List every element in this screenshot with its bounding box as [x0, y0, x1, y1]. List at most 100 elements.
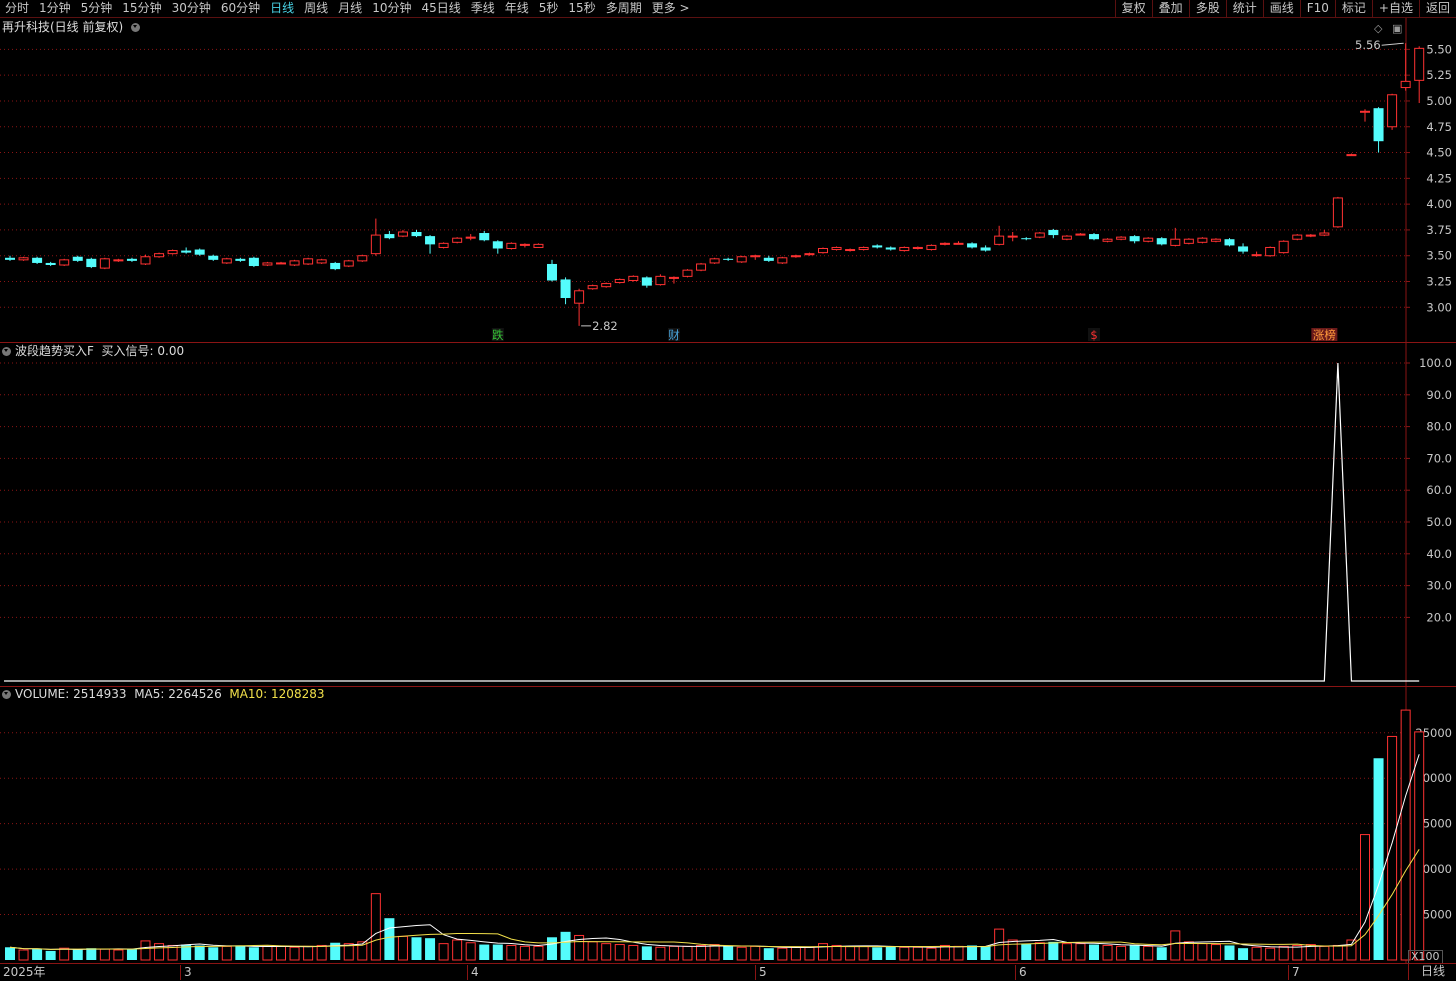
volume-bar: [709, 944, 720, 961]
period-tab[interactable]: 年线: [500, 0, 534, 17]
ma10-line: [9, 849, 1420, 950]
candle-body: [289, 260, 300, 266]
stock-chart[interactable]: 3.00 3.25 3.50 3.75 4.00 4.25 4.50 4.75 5.00 5.25…: [0, 18, 1456, 963]
candle-body: [696, 263, 707, 271]
volume-bar: [1143, 945, 1154, 961]
candle-body: [1373, 108, 1384, 142]
period-tab[interactable]: 30分钟: [167, 0, 216, 17]
dropdown-icon[interactable]: [131, 23, 141, 32]
candle-body: [614, 278, 625, 284]
period-tab[interactable]: 1分钟: [34, 0, 76, 17]
candle-body: [858, 246, 869, 251]
volume-bar: [628, 944, 639, 961]
y-tick-label: 5.25: [1426, 68, 1452, 82]
candle-body: [438, 242, 449, 248]
volume-bar: [1387, 735, 1398, 961]
y-tick-label: 50.0: [1426, 515, 1452, 529]
toolbar-button[interactable]: 画线: [1262, 0, 1300, 17]
diamond-icon[interactable]: ◇: [1374, 22, 1382, 35]
toolbar-button[interactable]: 统计: [1225, 0, 1263, 17]
dropdown-icon[interactable]: [2, 347, 11, 356]
y-tick-label: 3.75: [1426, 223, 1452, 237]
candle-body: [492, 241, 503, 249]
volume-bar: [547, 937, 557, 960]
toolbar-button[interactable]: 叠加: [1151, 0, 1189, 17]
candle-body: [167, 250, 178, 255]
volume-bar: [72, 949, 83, 960]
period-tab[interactable]: 多周期: [601, 0, 647, 17]
candle-body: [18, 257, 29, 261]
candle-body: [1387, 94, 1398, 128]
volume-bar: [303, 945, 314, 961]
candle-body: [465, 236, 476, 239]
candle-body: [1089, 234, 1099, 240]
ma5-line: [9, 754, 1420, 950]
candle-body: [1265, 246, 1276, 257]
period-tab[interactable]: 5分钟: [76, 0, 118, 17]
volume-bar: [1089, 944, 1099, 960]
period-indicator: 日线: [1408, 963, 1456, 980]
volume-multiplier: X100: [1408, 950, 1443, 964]
window-icon[interactable]: ▣: [1392, 22, 1402, 35]
volume-bar: [1156, 947, 1167, 960]
candle-body: [641, 277, 652, 286]
volume-bar: [790, 946, 801, 961]
toolbar-button[interactable]: 多股: [1188, 0, 1226, 17]
toolbar-button[interactable]: +自选: [1371, 0, 1419, 17]
period-tab[interactable]: 更多 >: [647, 0, 695, 17]
candle-body: [1007, 235, 1018, 238]
toolbar-button[interactable]: 复权: [1114, 0, 1152, 17]
candle-body: [980, 247, 991, 251]
volume-bar: [479, 944, 490, 960]
candle-body: [1021, 238, 1032, 240]
candle-body: [574, 290, 585, 304]
candle-body: [1360, 110, 1370, 113]
volume-bar: [1075, 943, 1086, 961]
volume-bar: [1265, 947, 1276, 961]
y-tick-label: 100.0: [1419, 356, 1452, 370]
volume-bar: [194, 945, 205, 960]
period-tabs: 分时 1分钟 5分钟 15分钟 30分钟 60分钟 日线 周线 月线 10分钟 45日线 季线 年线 5秒…: [0, 0, 695, 17]
candle-body: [113, 259, 124, 262]
candle-body: [276, 262, 286, 265]
dropdown-icon[interactable]: [2, 690, 11, 699]
period-tab[interactable]: 45日线: [416, 0, 465, 17]
candle-body: [926, 244, 937, 251]
volume-bar: [276, 945, 286, 961]
volume-bar: [59, 947, 70, 961]
candle-body: [953, 242, 964, 245]
event-marker: 跌: [492, 328, 504, 342]
x-axis-label: 3: [180, 965, 192, 980]
toolbar-button[interactable]: 返回: [1418, 0, 1456, 17]
volume-bar: [723, 946, 734, 960]
candle-body: [709, 258, 720, 264]
toolbar-button[interactable]: 标记: [1334, 0, 1372, 17]
volume-bar: [45, 950, 56, 960]
period-tab[interactable]: 周线: [299, 0, 333, 17]
toolbar-button[interactable]: F10: [1299, 0, 1335, 17]
period-tab[interactable]: 5秒: [534, 0, 564, 17]
ma5-value: MA5: 2264526: [134, 687, 222, 701]
period-toolbar: 分时 1分钟 5分钟 15分钟 30分钟 60分钟 日线 周线 月线 10分钟 45日线 季线 年线 5秒…: [0, 0, 1456, 18]
volume-bar: [1021, 943, 1032, 960]
volume-bar: [804, 946, 815, 961]
period-tab[interactable]: 10分钟: [367, 0, 416, 17]
event-marker: $: [1090, 328, 1097, 342]
period-tab[interactable]: 60分钟: [216, 0, 265, 17]
candle-body: [479, 233, 490, 241]
period-tab[interactable]: 15秒: [563, 0, 600, 17]
candle-body: [547, 263, 557, 281]
period-tab[interactable]: 分时: [0, 0, 34, 17]
candle-body: [1346, 154, 1357, 157]
candle-body: [330, 262, 341, 270]
candle-body: [587, 285, 598, 290]
y-tick-label: 4.50: [1426, 146, 1452, 160]
period-tab[interactable]: 月线: [333, 0, 367, 17]
period-tab[interactable]: 15分钟: [117, 0, 166, 17]
period-tab[interactable]: 日线: [265, 0, 299, 17]
candle-body: [397, 231, 408, 237]
candle-body: [1061, 235, 1072, 240]
period-tab[interactable]: 季线: [466, 0, 500, 17]
volume-bar: [614, 944, 625, 961]
volume-bar: [777, 947, 788, 961]
